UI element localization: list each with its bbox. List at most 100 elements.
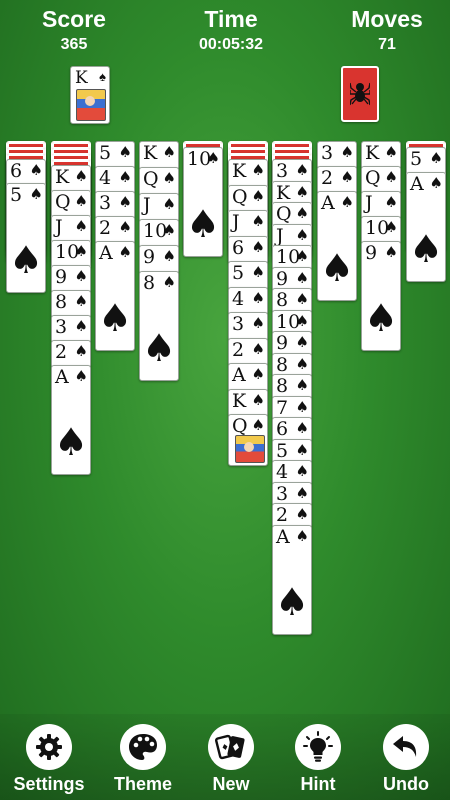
playing-card[interactable]: Q ♠ (139, 167, 179, 196)
playing-card[interactable]: 2 ♠ (228, 337, 268, 366)
playing-card[interactable]: 3 ♠ (228, 312, 268, 341)
time-label: Time (204, 6, 258, 32)
card-rank: J (143, 194, 151, 216)
card-suit: ♠ (295, 247, 309, 265)
playing-card[interactable]: 4 ♠ (95, 166, 135, 194)
card-suit: ♠ (295, 376, 309, 394)
card-rank: K (143, 142, 158, 164)
card-rank: 9 (276, 267, 289, 290)
card-rank: J (365, 192, 373, 214)
playing-card[interactable]: 10 ♠ (361, 216, 401, 244)
card-suit: ♠ (251, 288, 265, 307)
playing-card[interactable]: 9 ♠ ♠ (361, 241, 401, 351)
card-rank: 8 (55, 291, 68, 313)
card-rank: 5 (232, 262, 245, 284)
playing-card[interactable]: A ♠ ♠ (317, 191, 357, 301)
playing-card[interactable]: 10 ♠ (272, 245, 312, 270)
playing-card[interactable]: 8 ♠ ♠ (139, 271, 179, 381)
playing-card[interactable]: A ♠ ♠ (272, 524, 312, 635)
card-rank: 2 (55, 341, 68, 363)
playing-card[interactable]: 5 ♠ (228, 261, 268, 290)
card-rank: 3 (276, 482, 289, 505)
playing-card[interactable]: 8 ♠ (51, 290, 91, 318)
cards-icon (215, 734, 245, 760)
face-card-art (235, 435, 265, 463)
card-suit: ♠ (162, 247, 176, 265)
playing-card[interactable]: K ♠ (228, 159, 268, 188)
card-suit: ♠ (340, 193, 354, 211)
playing-card[interactable]: J ♠ (139, 193, 179, 222)
playing-card[interactable]: 3 ♠ (95, 191, 135, 219)
playing-card[interactable]: 2 ♠ (51, 340, 91, 368)
card-suit: ♠ (384, 218, 398, 236)
card-suit: ♠ (384, 168, 398, 186)
playing-card[interactable]: 5 ♠ (406, 147, 446, 175)
playing-card[interactable]: 9 ♠ (51, 265, 91, 293)
card-rank: 8 (276, 353, 289, 376)
lightbulb-icon (303, 731, 333, 762)
card-rank: 3 (232, 313, 245, 335)
playing-card[interactable]: 6 ♠ (272, 417, 312, 442)
playing-card[interactable]: 9 ♠ (272, 331, 312, 356)
card-rank: 9 (365, 242, 378, 264)
playing-card[interactable]: 5 ♠ (95, 141, 135, 169)
playing-card[interactable]: 4 ♠ (272, 460, 312, 485)
card-rank: A (276, 525, 290, 548)
playing-card[interactable]: 3 ♠ (272, 159, 312, 184)
card-rank: 4 (232, 287, 245, 310)
card-suit: ♠ (118, 243, 132, 261)
settings-button[interactable]: Settings (9, 724, 89, 798)
card-suit: ♠ (295, 440, 309, 459)
playing-card[interactable]: A ♠ ♠ (406, 172, 446, 282)
playing-card[interactable]: 2 ♠ (95, 216, 135, 244)
playing-card[interactable]: 8 ♠ (272, 374, 312, 399)
new-game-button[interactable]: New (191, 724, 271, 798)
card-suit: ♠ (74, 317, 88, 335)
playing-card[interactable]: A ♠ ♠ (51, 365, 91, 475)
playing-card[interactable]: Q ♠ (228, 184, 268, 213)
playing-card[interactable]: J ♠ (51, 215, 91, 243)
playing-card[interactable]: 5 ♠ ♠ (6, 183, 46, 293)
playing-card[interactable]: 4 ♠ (228, 286, 268, 315)
card-suit: ♠ (295, 268, 309, 287)
playing-card[interactable]: J ♠ (361, 191, 401, 219)
playing-card[interactable]: 6 ♠ (228, 235, 268, 264)
playing-card[interactable]: 10 ♠ ♠ (183, 147, 223, 257)
playing-card[interactable]: J ♠ (228, 210, 268, 239)
playing-card[interactable]: 3 ♠ (317, 141, 357, 169)
stock-pile[interactable] (341, 66, 379, 122)
playing-card[interactable]: 2 ♠ (317, 166, 357, 194)
playing-card[interactable]: K ♠ (139, 141, 179, 170)
hint-button[interactable]: Hint (278, 724, 358, 798)
card-rank: 8 (276, 289, 289, 311)
card-suit: ♠ (295, 225, 309, 244)
card-suit: ♠ (74, 342, 88, 360)
playing-card[interactable]: Q ♠ (361, 166, 401, 194)
card-suit: ♠ (74, 367, 88, 385)
playing-card[interactable]: 2 ♠ (272, 503, 312, 528)
playing-card[interactable]: A ♠ ♠ (95, 241, 135, 351)
spade-pip: ♠ (53, 420, 89, 464)
card-suit: ♠ (162, 221, 176, 239)
playing-card[interactable]: K ♠ (51, 165, 91, 193)
playing-card[interactable]: Q ♠ (51, 190, 91, 218)
playing-card[interactable]: 10 ♠ (139, 219, 179, 248)
playing-card[interactable]: K ♠ (228, 388, 268, 417)
theme-button[interactable]: Theme (103, 724, 183, 798)
playing-card[interactable]: Q ♠ (272, 202, 312, 227)
card-rank: 6 (232, 236, 245, 259)
card-suit: ♠ (162, 143, 176, 161)
playing-card[interactable]: 10 ♠ (51, 240, 91, 268)
card-suit: ♠ (295, 354, 309, 373)
undo-button[interactable]: Undo (366, 724, 446, 798)
spade-pip: ♠ (363, 296, 399, 340)
playing-card[interactable]: 8 ♠ (272, 288, 312, 313)
playing-card[interactable]: 9 ♠ (139, 245, 179, 274)
playing-card[interactable]: K ♠ (361, 141, 401, 169)
playing-card[interactable]: A ♠ (228, 363, 268, 392)
playing-card[interactable]: Q ♠ (228, 414, 268, 466)
playing-card[interactable]: 3 ♠ (51, 315, 91, 343)
card-rank: 3 (55, 316, 68, 338)
playing-card[interactable]: 6 ♠ (6, 159, 46, 186)
hint-icon-circle (295, 724, 341, 770)
